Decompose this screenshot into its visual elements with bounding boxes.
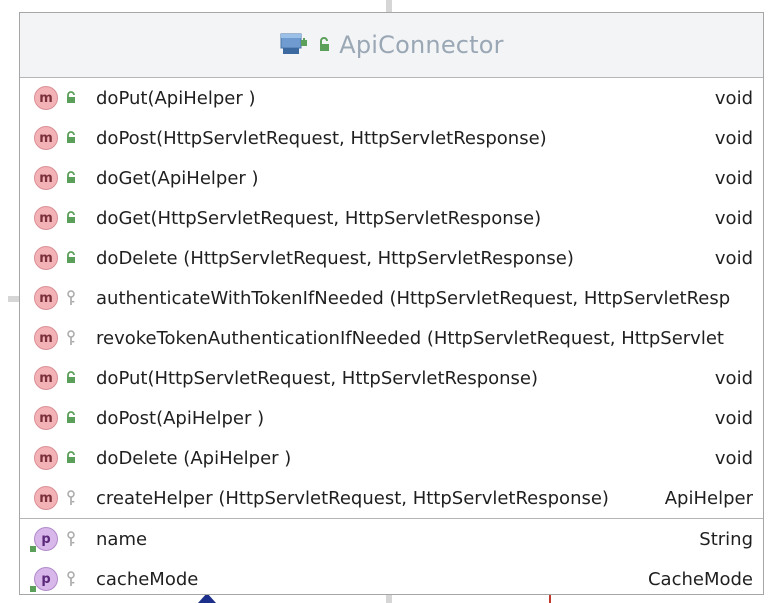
method-icon: m xyxy=(34,126,58,150)
private-icon xyxy=(64,329,78,347)
member-type: String xyxy=(699,528,753,550)
member-type: void xyxy=(714,167,753,189)
member-signature: revokeTokenAuthenticationIfNeeded (HttpS… xyxy=(96,327,724,349)
member-type: void xyxy=(714,127,753,149)
method-row-9[interactable]: m doDelete (ApiHelper ) void xyxy=(20,438,763,478)
method-icon: m xyxy=(34,446,58,470)
member-signature: doPut(ApiHelper ) xyxy=(96,87,256,109)
method-icon: m xyxy=(34,286,58,310)
field-row-1[interactable]: p cacheMode CacheMode xyxy=(20,559,763,599)
member-signature: cacheMode xyxy=(96,568,199,590)
class-header[interactable]: ApiConnector xyxy=(20,13,763,78)
class-name: ApiConnector xyxy=(339,31,504,59)
method-icon: m xyxy=(34,486,58,510)
methods-section: m doPut(ApiHelper ) void m doPost(HttpSe… xyxy=(20,78,763,519)
member-type: void xyxy=(714,447,753,469)
public-icon xyxy=(64,449,78,467)
member-signature: authenticateWithTokenIfNeeded (HttpServl… xyxy=(96,287,731,309)
member-signature: createHelper (HttpServletRequest, HttpSe… xyxy=(96,487,609,509)
member-signature: doPost(ApiHelper ) xyxy=(96,407,265,429)
member-signature: name xyxy=(96,528,148,550)
member-signature: doPost(HttpServletRequest, HttpServletRe… xyxy=(96,127,547,149)
member-type: void xyxy=(714,407,753,429)
diagram-canvas: ApiConnector m doPut(ApiHelper ) void m … xyxy=(0,0,774,603)
member-type: void xyxy=(714,367,753,389)
property-icon: p xyxy=(30,527,58,552)
class-box[interactable]: ApiConnector m doPut(ApiHelper ) void m … xyxy=(19,12,764,595)
method-row-8[interactable]: m doPost(ApiHelper ) void xyxy=(20,398,763,438)
method-row-10[interactable]: m createHelper (HttpServletRequest, Http… xyxy=(20,478,763,518)
method-row-7[interactable]: m doPut(HttpServletRequest, HttpServletR… xyxy=(20,358,763,398)
member-type: void xyxy=(714,87,753,109)
private-icon xyxy=(64,530,78,548)
private-icon xyxy=(64,289,78,307)
private-icon xyxy=(64,489,78,507)
connector-left xyxy=(8,296,19,302)
member-signature: doGet(HttpServletRequest, HttpServletRes… xyxy=(96,207,542,229)
method-row-2[interactable]: m doGet(ApiHelper ) void xyxy=(20,158,763,198)
class-icon xyxy=(280,33,308,54)
field-row-0[interactable]: p name String xyxy=(20,519,763,559)
method-icon: m xyxy=(34,406,58,430)
member-signature: doDelete (ApiHelper ) xyxy=(96,447,292,469)
public-icon xyxy=(64,209,78,227)
connector-top xyxy=(386,0,392,12)
public-icon xyxy=(64,169,78,187)
property-icon: p xyxy=(30,567,58,592)
member-type: void xyxy=(714,247,753,269)
member-type: CacheMode xyxy=(647,568,753,590)
member-signature: doGet(ApiHelper ) xyxy=(96,167,259,189)
member-signature: doPut(HttpServletRequest, HttpServletRes… xyxy=(96,367,539,389)
public-icon xyxy=(64,249,78,267)
public-icon xyxy=(320,37,330,51)
public-icon xyxy=(64,89,78,107)
method-row-1[interactable]: m doPost(HttpServletRequest, HttpServlet… xyxy=(20,118,763,158)
public-icon xyxy=(64,129,78,147)
method-icon: m xyxy=(34,206,58,230)
method-icon: m xyxy=(34,326,58,350)
method-icon: m xyxy=(34,86,58,110)
method-row-0[interactable]: m doPut(ApiHelper ) void xyxy=(20,78,763,118)
public-icon xyxy=(64,409,78,427)
method-row-6[interactable]: m revokeTokenAuthenticationIfNeeded (Htt… xyxy=(20,318,763,358)
method-icon: m xyxy=(34,366,58,390)
method-row-4[interactable]: m doDelete (HttpServletRequest, HttpServ… xyxy=(20,238,763,278)
method-row-5[interactable]: m authenticateWithTokenIfNeeded (HttpSer… xyxy=(20,278,763,318)
private-icon xyxy=(64,570,78,588)
method-icon: m xyxy=(34,246,58,270)
public-icon xyxy=(64,369,78,387)
class-title-group: ApiConnector xyxy=(279,31,504,59)
member-type: ApiHelper xyxy=(664,487,753,509)
method-row-3[interactable]: m doGet(HttpServletRequest, HttpServletR… xyxy=(20,198,763,238)
fields-section: p name String p cacheMode CacheMode xyxy=(20,519,763,599)
method-icon: m xyxy=(34,166,58,190)
member-type: void xyxy=(714,207,753,229)
member-signature: doDelete (HttpServletRequest, HttpServle… xyxy=(96,247,574,269)
